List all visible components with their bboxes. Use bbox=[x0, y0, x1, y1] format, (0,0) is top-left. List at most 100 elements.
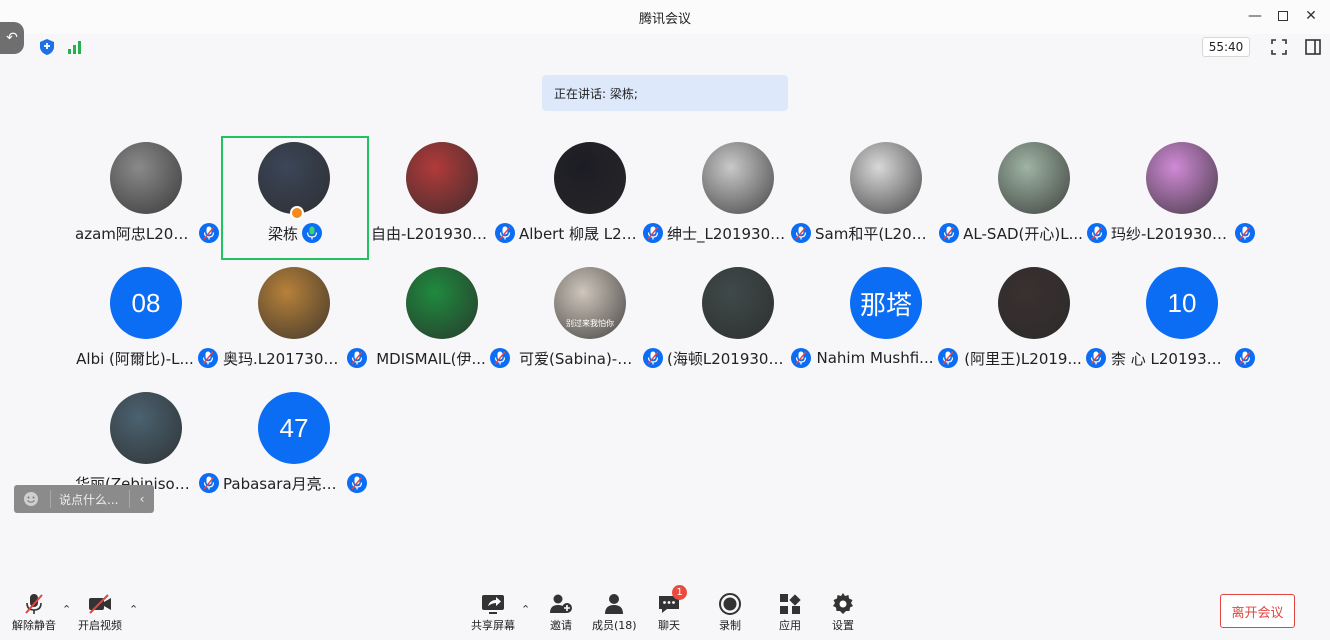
start-video-button[interactable]: 开启视频 bbox=[78, 591, 122, 633]
leave-meeting-button[interactable]: 离开会议 bbox=[1220, 594, 1295, 628]
members-label: 成员(18) bbox=[592, 619, 637, 632]
participant-name: (海顿L201930006... bbox=[667, 349, 787, 368]
chat-quick-input[interactable]: 说点什么... ‹ bbox=[14, 485, 154, 513]
participant-name: 梁栋 bbox=[267, 224, 298, 243]
share-screen-icon bbox=[479, 591, 507, 617]
participant-tile[interactable]: AL-SAD(开心)L... bbox=[961, 136, 1109, 260]
participant-name-row: 奥玛.L2017300... bbox=[221, 347, 369, 369]
share-options-chevron-icon[interactable]: ⌃ bbox=[521, 603, 530, 616]
participant-name: 柰 心 L2019300... bbox=[1111, 349, 1231, 368]
muted-mic-icon bbox=[20, 591, 48, 617]
gear-icon bbox=[829, 591, 857, 617]
participant-name-row: 自由-L2019300... bbox=[369, 222, 517, 244]
participant-tile[interactable]: (海顿L201930006... bbox=[665, 261, 813, 385]
share-screen-button[interactable]: 共享屏幕 bbox=[471, 591, 515, 633]
muted-mic-icon bbox=[1086, 223, 1107, 243]
participant-name-row: 绅士_L2019300... bbox=[665, 222, 813, 244]
members-icon bbox=[600, 591, 628, 617]
avatar: 那塔 bbox=[850, 267, 922, 339]
participant-name-row: Nahim Mushfi... bbox=[813, 347, 961, 369]
participant-tile[interactable]: 别过来我怕你 可爱(Sabina)-L... bbox=[517, 261, 665, 385]
participant-tile[interactable]: Albert 柳晟 L20... bbox=[517, 136, 665, 260]
invite-button[interactable]: 邀请 bbox=[547, 591, 575, 633]
participant-tile[interactable]: 自由-L2019300... bbox=[369, 136, 517, 260]
avatar bbox=[406, 267, 478, 339]
avatar bbox=[554, 142, 626, 214]
shield-icon[interactable] bbox=[38, 38, 56, 56]
record-button[interactable]: 录制 bbox=[716, 591, 744, 633]
avatar: 08 bbox=[110, 267, 182, 339]
avatar bbox=[406, 142, 478, 214]
invite-label: 邀请 bbox=[550, 619, 572, 632]
muted-mic-icon bbox=[197, 348, 218, 368]
muted-mic-icon bbox=[347, 348, 367, 368]
participant-name-row: (阿里王)L2019... bbox=[961, 347, 1109, 369]
muted-mic-icon bbox=[937, 348, 958, 368]
participant-tile[interactable]: 08 Albi (阿爾比)-L... bbox=[73, 261, 221, 385]
participant-tile[interactable]: Sam和平(L2019... bbox=[813, 136, 961, 260]
maximize-button[interactable] bbox=[1272, 6, 1294, 26]
participant-name: (阿里王)L2019... bbox=[964, 349, 1082, 368]
share-screen-label: 共享屏幕 bbox=[471, 619, 515, 632]
participant-tile[interactable]: 梁栋 bbox=[221, 136, 369, 260]
muted-mic-icon bbox=[199, 223, 219, 243]
participant-name-row: 可爱(Sabina)-L... bbox=[517, 347, 665, 369]
close-button[interactable]: ✕ bbox=[1300, 6, 1322, 26]
participant-tile[interactable]: 那塔 Nahim Mushfi... bbox=[813, 261, 961, 385]
participant-name: AL-SAD(开心)L... bbox=[963, 224, 1083, 243]
unmute-button[interactable]: 解除静音 bbox=[12, 591, 56, 633]
chat-placeholder[interactable]: 说点什么... bbox=[59, 491, 129, 508]
participant-tile[interactable]: 47 Pabasara月亮L... bbox=[221, 386, 369, 510]
start-video-label: 开启视频 bbox=[78, 619, 122, 632]
muted-mic-icon bbox=[643, 348, 663, 368]
participant-name: 自由-L2019300... bbox=[371, 224, 491, 243]
participant-name-row: azam阿忠L2019300... bbox=[73, 222, 221, 244]
participant-name: 可爱(Sabina)-L... bbox=[519, 349, 639, 368]
participant-name-row: MDISMAIL(伊... bbox=[369, 347, 517, 369]
participant-tile[interactable]: 玛纱-L201930023-... bbox=[1109, 136, 1257, 260]
signal-icon[interactable] bbox=[66, 38, 84, 56]
participant-name-row: Albi (阿爾比)-L... bbox=[73, 347, 221, 369]
record-icon bbox=[716, 591, 744, 617]
video-off-icon bbox=[86, 591, 114, 617]
minimize-button[interactable]: — bbox=[1244, 6, 1266, 26]
chat-label: 聊天 bbox=[658, 619, 680, 632]
avatar bbox=[110, 392, 182, 464]
members-button[interactable]: 成员(18) bbox=[592, 591, 637, 633]
chat-unread-badge: 1 bbox=[672, 585, 687, 600]
participant-name: Albert 柳晟 L20... bbox=[519, 224, 639, 243]
apps-button[interactable]: 应用 bbox=[776, 591, 804, 633]
chat-icon: 1 bbox=[655, 585, 687, 617]
participant-tile[interactable]: (阿里王)L2019... bbox=[961, 261, 1109, 385]
audio-options-chevron-icon[interactable]: ⌃ bbox=[62, 603, 71, 616]
participant-name-row: AL-SAD(开心)L... bbox=[961, 222, 1109, 244]
participant-name-row: 梁栋 bbox=[223, 222, 367, 244]
muted-mic-icon bbox=[1085, 348, 1106, 368]
participant-name: 绅士_L2019300... bbox=[667, 224, 787, 243]
settings-button[interactable]: 设置 bbox=[829, 591, 857, 633]
muted-mic-icon bbox=[347, 473, 367, 493]
video-options-chevron-icon[interactable]: ⌃ bbox=[129, 603, 138, 616]
chat-button[interactable]: 1 聊天 bbox=[655, 585, 687, 633]
apps-label: 应用 bbox=[779, 619, 801, 632]
sidebar-toggle-icon[interactable] bbox=[1304, 38, 1322, 56]
avatar bbox=[1146, 142, 1218, 214]
emoji-icon[interactable] bbox=[20, 488, 42, 510]
participant-tile[interactable]: 奥玛.L2017300... bbox=[221, 261, 369, 385]
avatar bbox=[110, 142, 182, 214]
participant-tile[interactable]: 10 柰 心 L2019300... bbox=[1109, 261, 1257, 385]
participant-name-row: (海顿L201930006... bbox=[665, 347, 813, 369]
muted-mic-icon bbox=[791, 348, 811, 368]
muted-mic-icon bbox=[199, 473, 219, 493]
muted-mic-icon bbox=[495, 223, 515, 243]
bottom-toolbar: 解除静音 ⌃ 开启视频 ⌃ 共享屏幕 ⌃ 邀请 成员(18) 1 聊天 录制 应… bbox=[0, 585, 1330, 640]
muted-mic-icon bbox=[791, 223, 811, 243]
participant-tile[interactable]: azam阿忠L2019300... bbox=[73, 136, 221, 260]
unmute-label: 解除静音 bbox=[12, 619, 56, 632]
collapse-icon[interactable]: ‹ bbox=[130, 492, 154, 506]
fullscreen-icon[interactable] bbox=[1270, 38, 1288, 56]
participant-name-row: 柰 心 L2019300... bbox=[1109, 347, 1257, 369]
participant-tile[interactable]: MDISMAIL(伊... bbox=[369, 261, 517, 385]
speaking-mic-icon bbox=[302, 223, 322, 243]
participant-tile[interactable]: 绅士_L2019300... bbox=[665, 136, 813, 260]
